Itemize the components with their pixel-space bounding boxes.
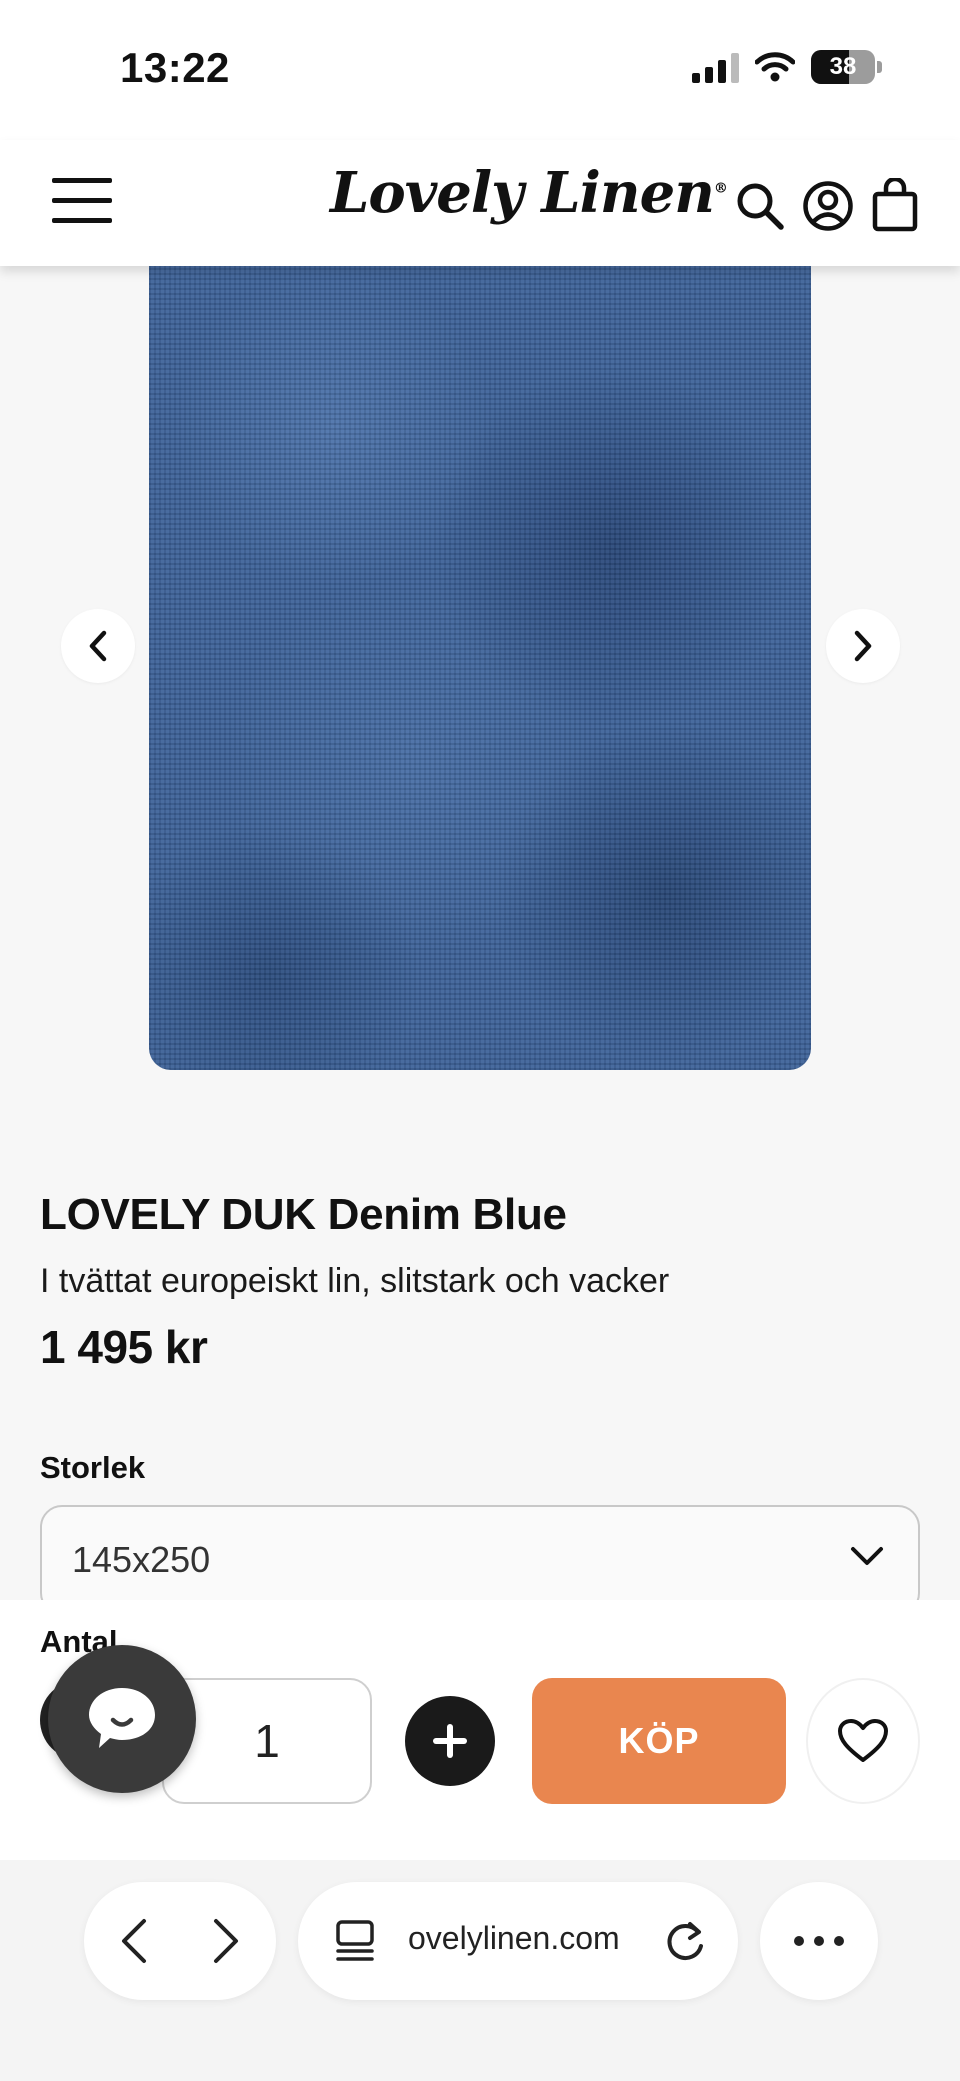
address-bar[interactable]: ovelylinen.com	[298, 1882, 738, 2000]
bag-icon[interactable]	[872, 178, 918, 232]
quantity-input[interactable]: 1	[162, 1678, 372, 1804]
carousel-prev-button[interactable]	[61, 609, 135, 683]
carousel-next-button[interactable]	[826, 609, 900, 683]
cellular-signal-icon	[692, 51, 739, 83]
product-title: LOVELY DUK Denim Blue	[40, 1190, 567, 1239]
product-subtitle: I tvättat europeiskt lin, slitstark och …	[40, 1262, 670, 1300]
more-icon[interactable]	[760, 1882, 878, 2000]
chevron-right-icon	[854, 630, 872, 662]
site-header: Lovely Linen®	[0, 140, 960, 266]
forward-icon[interactable]	[206, 1916, 246, 1966]
status-time: 13:22	[120, 44, 230, 91]
battery-level: 38	[829, 53, 857, 80]
heart-icon	[838, 1719, 888, 1762]
back-icon[interactable]	[114, 1916, 154, 1966]
logo[interactable]: Lovely Linen®	[330, 160, 728, 226]
chevron-left-icon	[89, 630, 107, 662]
plus-icon	[433, 1724, 467, 1758]
logo-text: Lovely Linen	[330, 160, 715, 226]
reload-icon[interactable]	[662, 1916, 708, 1964]
size-select-value: 145x250	[72, 1539, 211, 1580]
wishlist-button[interactable]	[806, 1678, 920, 1804]
size-label: Storlek	[40, 1450, 146, 1485]
status-bar: 13:22 38	[0, 0, 960, 140]
browser-nav-group	[84, 1882, 276, 2000]
chat-button[interactable]	[48, 1645, 196, 1793]
buy-button[interactable]: KÖP	[532, 1678, 786, 1804]
chat-icon	[89, 1688, 155, 1748]
browser-toolbar: ovelylinen.com	[0, 1860, 960, 2081]
account-icon[interactable]	[802, 180, 854, 232]
search-icon[interactable]	[734, 180, 786, 232]
wifi-icon	[755, 52, 795, 82]
product-price: 1 495 kr	[40, 1321, 208, 1373]
quantity-increase-button[interactable]	[405, 1696, 495, 1786]
status-icons: 38	[692, 50, 882, 84]
url-text: ovelylinen.com	[408, 1920, 620, 1956]
battery-icon: 38	[811, 50, 882, 84]
chevron-down-icon	[851, 1547, 883, 1565]
size-select[interactable]: 145x250	[40, 1505, 920, 1615]
product-image[interactable]	[149, 266, 811, 1070]
menu-icon[interactable]	[52, 178, 112, 224]
tabs-icon[interactable]	[334, 1918, 378, 1964]
